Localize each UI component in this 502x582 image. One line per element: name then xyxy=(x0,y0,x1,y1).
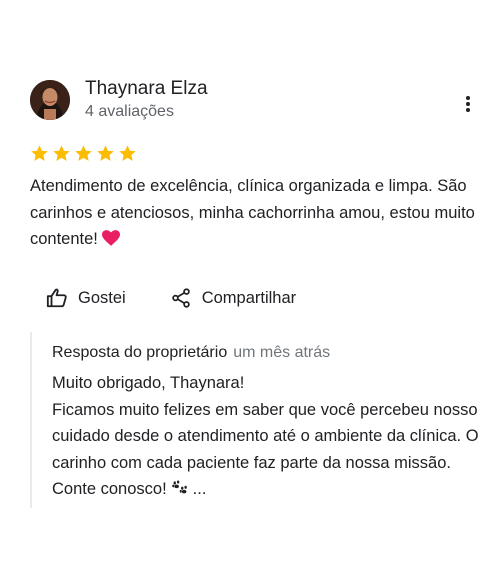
heart-emoji-icon xyxy=(101,230,120,246)
owner-reply: Resposta do proprietário um mês atrás Mui… xyxy=(30,332,485,508)
thumbs-up-icon xyxy=(46,288,67,308)
paw-prints-emoji-icon xyxy=(171,480,187,494)
review-card: Thaynara Elza 4 avaliações Atendimento d… xyxy=(0,0,502,582)
share-label: Compartilhar xyxy=(201,288,297,307)
review-actions: Gostei Compartilhar xyxy=(46,285,296,311)
more-options-button[interactable] xyxy=(456,92,480,116)
star-icon xyxy=(74,144,93,164)
owner-reply-text: Muito obrigado, Thaynara! Ficamos muito … xyxy=(52,370,482,503)
star-icon xyxy=(30,144,49,164)
star-icon xyxy=(52,144,71,164)
owner-reply-label: Resposta do proprietário xyxy=(52,344,228,361)
owner-reply-body: Ficamos muito felizes em saber que você … xyxy=(52,400,479,499)
author-name[interactable]: Thaynara Elza xyxy=(85,78,208,100)
review-body: Atendimento de excelência, clínica organ… xyxy=(30,177,475,248)
reply-truncation-ellipsis[interactable]: ... xyxy=(193,480,207,498)
review-header: Thaynara Elza 4 avaliações xyxy=(30,78,480,124)
star-icon xyxy=(118,144,137,164)
review-text: Atendimento de excelência, clínica organ… xyxy=(30,173,485,253)
star-rating xyxy=(30,144,137,164)
avatar[interactable] xyxy=(30,80,70,120)
author-review-count: 4 avaliações xyxy=(85,103,174,120)
owner-reply-header: Resposta do proprietário um mês atrás xyxy=(52,344,330,362)
like-button[interactable]: Gostei xyxy=(46,287,126,309)
avatar-photo-icon xyxy=(30,80,70,120)
share-icon xyxy=(171,288,190,308)
vertical-dots-icon xyxy=(466,96,470,112)
owner-reply-time: um mês atrás xyxy=(233,344,331,361)
star-icon xyxy=(96,144,115,164)
like-label: Gostei xyxy=(78,288,126,307)
owner-reply-greeting: Muito obrigado, Thaynara! xyxy=(52,374,245,392)
share-button[interactable]: Compartilhar xyxy=(170,287,296,309)
